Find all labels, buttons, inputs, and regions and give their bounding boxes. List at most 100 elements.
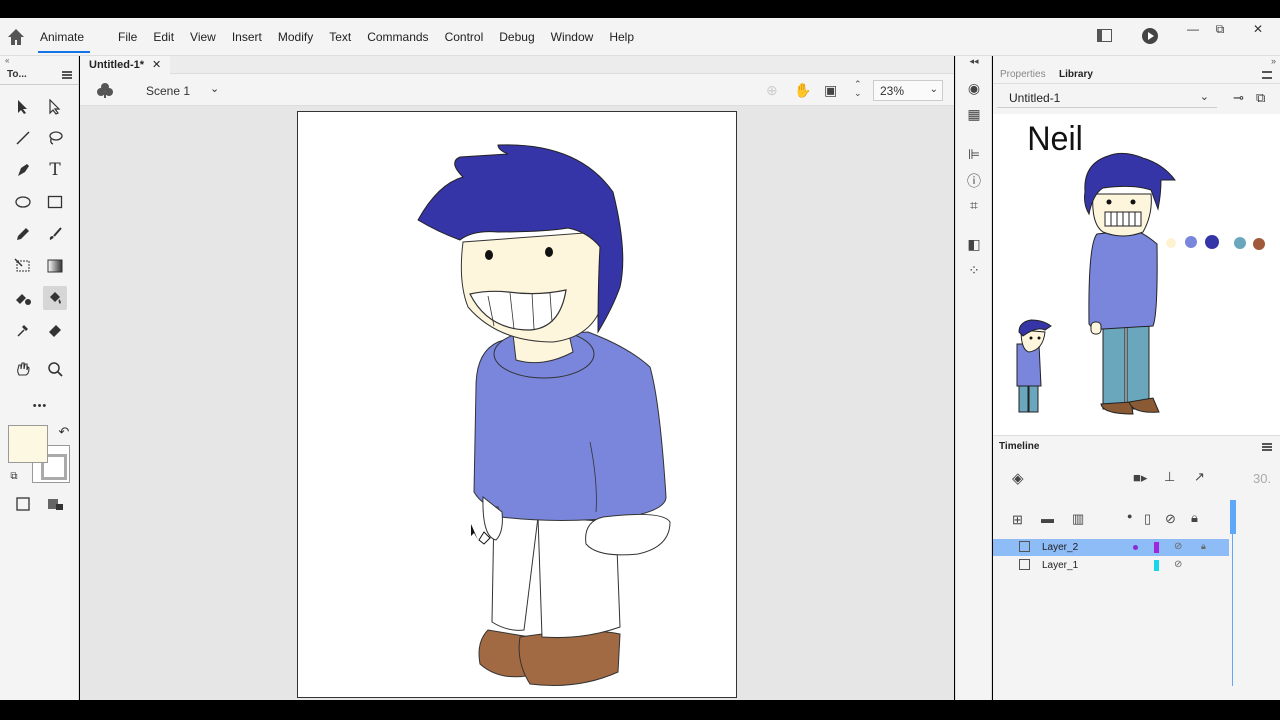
- layer-highlight-dot[interactable]: [1133, 545, 1138, 550]
- swatches-panel-icon[interactable]: ▦: [965, 106, 983, 124]
- expand-panels-icon[interactable]: »: [1271, 56, 1276, 66]
- scene-name[interactable]: Scene 1: [146, 84, 190, 98]
- hide-all-icon[interactable]: ⊘: [1165, 511, 1176, 527]
- layer-visibility-icon[interactable]: ⊘: [1174, 541, 1182, 552]
- rectangle-tool-icon[interactable]: [43, 190, 67, 214]
- close-tab-icon[interactable]: ✕: [152, 59, 161, 71]
- menu-commands[interactable]: Commands: [367, 30, 428, 44]
- eyedropper-tool-icon[interactable]: [11, 318, 35, 342]
- new-library-panel-icon[interactable]: ⧉: [1256, 90, 1265, 106]
- menu-help[interactable]: Help: [609, 30, 634, 44]
- zoom-value: 23%: [880, 84, 905, 98]
- zoom-select[interactable]: 23% ⌄: [873, 80, 943, 101]
- scene-icon[interactable]: [96, 82, 114, 98]
- layer-name[interactable]: Layer_1: [1042, 560, 1078, 571]
- layer-row[interactable]: Layer_1 ⊘: [993, 557, 1229, 574]
- zoom-tool-icon[interactable]: [43, 357, 67, 381]
- graph-icon[interactable]: ↗: [1194, 469, 1205, 485]
- pin-library-icon[interactable]: ⊸: [1233, 90, 1244, 106]
- panel-menu-icon[interactable]: [1262, 71, 1272, 79]
- tools-panel-menu-icon[interactable]: [62, 71, 72, 79]
- library-document-name: Untitled-1: [1009, 91, 1061, 105]
- line-tool-icon[interactable]: [11, 126, 35, 150]
- layer-parenting-icon[interactable]: ⊥: [1164, 469, 1175, 485]
- motion-presets-icon[interactable]: ⁘: [965, 262, 983, 280]
- close-window-button[interactable]: ✕: [1248, 22, 1268, 36]
- minimize-button[interactable]: —: [1183, 22, 1203, 36]
- stage[interactable]: [297, 111, 737, 698]
- tab-properties[interactable]: Properties: [1000, 69, 1046, 80]
- playhead[interactable]: [1230, 500, 1236, 534]
- paint-bucket-tool-icon[interactable]: [43, 286, 67, 310]
- test-movie-icon[interactable]: [1142, 28, 1158, 44]
- layer-color[interactable]: [1154, 542, 1159, 553]
- pencil-tool-icon[interactable]: [11, 222, 35, 246]
- lock-all-icon[interactable]: 🔒︎: [1191, 510, 1198, 526]
- color-panel-icon[interactable]: ◉: [965, 80, 983, 98]
- menu-debug[interactable]: Debug: [499, 30, 534, 44]
- outline-layers-icon[interactable]: ▯: [1144, 511, 1151, 527]
- tab-library[interactable]: Library: [1059, 69, 1093, 80]
- layer-visibility-icon[interactable]: ⊘: [1174, 559, 1182, 570]
- restore-button[interactable]: ⧉: [1210, 22, 1230, 37]
- menu-insert[interactable]: Insert: [232, 30, 262, 44]
- layer-lock-icon[interactable]: 🔒︎: [1201, 541, 1206, 552]
- tools-panel-divider: [0, 84, 79, 85]
- layer-color[interactable]: [1154, 560, 1159, 571]
- fill-color-swatch[interactable]: [8, 425, 48, 463]
- subselection-tool-icon[interactable]: [43, 95, 67, 119]
- swap-colors-icon[interactable]: ↶: [52, 420, 76, 444]
- collapse-panels-icon[interactable]: ◂◂: [965, 56, 983, 74]
- info-panel-icon[interactable]: ⓘ: [965, 171, 983, 189]
- lasso-tool-icon[interactable]: [43, 126, 67, 150]
- align-panel-icon[interactable]: ⊫: [965, 146, 983, 164]
- workspace-icon[interactable]: [1097, 29, 1112, 42]
- pen-tool-icon[interactable]: [11, 158, 35, 182]
- more-tools-icon[interactable]: •••: [27, 394, 53, 418]
- menu-text[interactable]: Text: [329, 30, 351, 44]
- new-folder-icon[interactable]: ▬: [1041, 511, 1054, 526]
- text-tool-icon[interactable]: T: [43, 158, 67, 182]
- clip-content-icon[interactable]: ▣: [824, 82, 837, 99]
- library-document-select[interactable]: Untitled-1 ⌄: [997, 88, 1217, 108]
- menu-modify[interactable]: Modify: [278, 30, 313, 44]
- document-tab[interactable]: Untitled-1* ✕: [80, 56, 171, 74]
- hand-tool-icon[interactable]: [11, 357, 35, 381]
- selection-tool-icon[interactable]: [11, 95, 35, 119]
- components-panel-icon[interactable]: ◧: [965, 236, 983, 254]
- menu-view[interactable]: View: [190, 30, 216, 44]
- menu-window[interactable]: Window: [551, 30, 594, 44]
- timeline-menu-icon[interactable]: [1262, 443, 1272, 451]
- preview-title: Neil: [1027, 120, 1083, 158]
- rotate-stage-icon[interactable]: ✋: [794, 82, 811, 99]
- zoom-stepper-icon[interactable]: ⌃ ⌄: [854, 80, 862, 98]
- transform-panel-icon[interactable]: ⌗: [965, 197, 983, 215]
- layer-name[interactable]: Layer_2: [1042, 542, 1078, 553]
- layer-row[interactable]: Layer_2 ⊘ 🔒︎: [993, 539, 1229, 556]
- layers-icon[interactable]: ◈: [1012, 469, 1024, 487]
- home-icon[interactable]: [6, 27, 26, 47]
- oval-tool-icon[interactable]: [11, 190, 35, 214]
- highlight-layers-icon[interactable]: ●: [1127, 511, 1132, 521]
- tools-collapse-icon[interactable]: «: [0, 56, 78, 66]
- edit-bar: Scene 1 ⌄ ⊕ ✋ ▣ ⌃ ⌄ 23% ⌄: [80, 74, 954, 106]
- menu-edit[interactable]: Edit: [153, 30, 174, 44]
- brush-tool-icon[interactable]: [43, 222, 67, 246]
- playhead-line: [1232, 534, 1233, 686]
- default-colors-icon[interactable]: ⧉: [2, 464, 26, 488]
- bone-tool-icon[interactable]: [11, 286, 35, 310]
- lock-fill-icon[interactable]: [43, 492, 67, 516]
- menu-file[interactable]: File: [118, 30, 137, 44]
- pasteboard[interactable]: [80, 106, 954, 700]
- camera-icon[interactable]: ■▸: [1133, 470, 1147, 486]
- scene-dropdown-icon[interactable]: ⌄: [210, 82, 219, 95]
- eraser-tool-icon[interactable]: [43, 318, 67, 342]
- delete-layer-icon[interactable]: ▥: [1072, 511, 1084, 527]
- gradient-transform-tool-icon[interactable]: [43, 254, 67, 278]
- menu-control[interactable]: Control: [445, 30, 484, 44]
- free-transform-tool-icon[interactable]: [11, 254, 35, 278]
- character-artwork[interactable]: [298, 112, 737, 698]
- new-layer-icon[interactable]: ⊞: [1012, 512, 1023, 528]
- object-drawing-icon[interactable]: [11, 492, 35, 516]
- snap-icon[interactable]: ⊕: [766, 82, 778, 99]
